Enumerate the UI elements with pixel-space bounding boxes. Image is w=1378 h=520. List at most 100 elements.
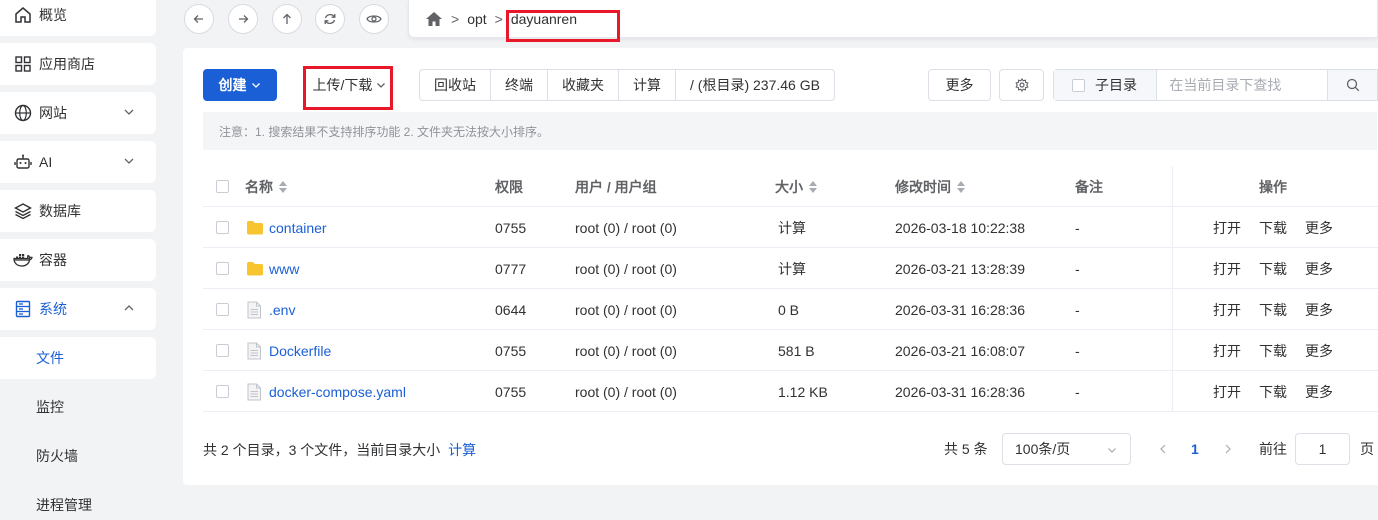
row-more-button[interactable]: 更多 xyxy=(1305,371,1333,412)
up-button[interactable] xyxy=(272,4,302,34)
table-row[interactable]: www 0777 root (0) / root (0) 计算 2026-03-21 1… xyxy=(203,248,1378,289)
perm-cell[interactable]: 0755 xyxy=(495,330,526,371)
more-button[interactable]: 更多 xyxy=(928,69,991,101)
goto-page-input[interactable]: 1 xyxy=(1295,433,1350,465)
page-number-current[interactable]: 1 xyxy=(1191,433,1199,465)
open-button[interactable]: 打开 xyxy=(1213,289,1241,330)
recycle-bin-button[interactable]: 回收站 xyxy=(420,70,491,100)
size-cell[interactable]: 计算 xyxy=(778,248,806,289)
header-size[interactable]: 大小 xyxy=(775,166,817,207)
row-checkbox[interactable] xyxy=(216,262,229,275)
next-page-button[interactable] xyxy=(1223,433,1233,465)
file-name-link[interactable]: container xyxy=(269,220,327,236)
terminal-button[interactable]: 终端 xyxy=(491,70,548,100)
select-all-checkbox-cell[interactable] xyxy=(216,166,229,207)
back-button[interactable] xyxy=(184,4,214,34)
download-button[interactable]: 下载 xyxy=(1259,330,1287,371)
perm-cell[interactable]: 0777 xyxy=(495,248,526,289)
subdir-toggle[interactable]: 子目录 xyxy=(1054,70,1158,100)
sidebar-sub-files[interactable]: 文件 xyxy=(0,337,156,379)
row-checkbox[interactable] xyxy=(216,344,229,357)
sidebar-item-appstore[interactable]: 应用商店 xyxy=(0,43,156,85)
note-cell[interactable]: - xyxy=(1075,248,1080,289)
footer-calc-link[interactable]: 计算 xyxy=(448,442,476,458)
row-more-button[interactable]: 更多 xyxy=(1305,248,1333,289)
select-all-checkbox[interactable] xyxy=(216,180,229,193)
search-input[interactable] xyxy=(1157,70,1328,100)
download-button[interactable]: 下载 xyxy=(1259,248,1287,289)
download-button[interactable]: 下载 xyxy=(1259,289,1287,330)
page-size-select[interactable]: 100条/页 xyxy=(1002,433,1131,465)
download-button[interactable]: 下载 xyxy=(1259,371,1287,412)
open-button[interactable]: 打开 xyxy=(1213,248,1241,289)
table-row[interactable]: docker-compose.yaml 0755 root (0) / root (… xyxy=(203,371,1378,412)
sidebar-item-website[interactable]: 网站 xyxy=(0,92,156,134)
sidebar-sub-monitor[interactable]: 监控 xyxy=(0,386,156,428)
note-cell[interactable]: - xyxy=(1075,330,1080,371)
size-cell[interactable]: 计算 xyxy=(778,207,806,248)
perm-cell[interactable]: 0644 xyxy=(495,289,526,330)
forward-button[interactable] xyxy=(228,4,258,34)
sort-icon[interactable] xyxy=(957,180,965,193)
open-button[interactable]: 打开 xyxy=(1213,330,1241,371)
prev-page-button[interactable] xyxy=(1158,433,1168,465)
table-row[interactable]: Dockerfile 0755 root (0) / root (0) 581 B 20… xyxy=(203,330,1378,371)
row-checkbox-cell[interactable] xyxy=(216,289,229,330)
row-checkbox-cell[interactable] xyxy=(216,248,229,289)
note-cell[interactable]: - xyxy=(1075,289,1080,330)
root-disk-button[interactable]: / (根目录) 237.46 GB xyxy=(676,70,834,100)
sidebar-item-ai[interactable]: AI xyxy=(0,141,156,183)
sidebar-item-database[interactable]: 数据库 xyxy=(0,190,156,232)
row-more-button[interactable]: 更多 xyxy=(1305,330,1333,371)
row-checkbox[interactable] xyxy=(216,221,229,234)
perm-cell[interactable]: 0755 xyxy=(495,207,526,248)
sort-icon[interactable] xyxy=(279,180,287,193)
globe-icon xyxy=(12,102,34,124)
open-button[interactable]: 打开 xyxy=(1213,371,1241,412)
perm-cell[interactable]: 0755 xyxy=(495,371,526,412)
download-button[interactable]: 下载 xyxy=(1259,207,1287,248)
table-row[interactable]: container 0755 root (0) / root (0) 计算 2026-0… xyxy=(203,207,1378,248)
table-row[interactable]: .env 0644 root (0) / root (0) 0 B 2026-03-31… xyxy=(203,289,1378,330)
create-button[interactable]: 创建 xyxy=(203,69,277,101)
user-cell[interactable]: root (0) / root (0) xyxy=(575,371,677,412)
file-name-link[interactable]: Dockerfile xyxy=(269,343,331,359)
sidebar-item-container[interactable]: 容器 xyxy=(0,239,156,281)
row-checkbox-cell[interactable] xyxy=(216,371,229,412)
user-cell[interactable]: root (0) / root (0) xyxy=(575,248,677,289)
file-name-link[interactable]: .env xyxy=(269,302,295,318)
user-cell[interactable]: root (0) / root (0) xyxy=(575,207,677,248)
header-mtime[interactable]: 修改时间 xyxy=(895,166,965,207)
calculate-button[interactable]: 计算 xyxy=(619,70,676,100)
favorites-button[interactable]: 收藏夹 xyxy=(548,70,619,100)
sidebar-item-overview[interactable]: 概览 xyxy=(0,0,156,36)
subdir-checkbox[interactable] xyxy=(1072,78,1085,92)
create-label: 创建 xyxy=(218,77,247,93)
refresh-button[interactable] xyxy=(315,4,345,34)
row-checkbox-cell[interactable] xyxy=(216,330,229,371)
header-name[interactable]: 名称 xyxy=(245,166,287,207)
sidebar-sub-process[interactable]: 进程管理 xyxy=(0,484,156,520)
note-cell[interactable]: - xyxy=(1075,207,1080,248)
file-name-link[interactable]: www xyxy=(269,261,299,277)
open-button[interactable]: 打开 xyxy=(1213,207,1241,248)
sidebar-sub-firewall[interactable]: 防火墙 xyxy=(0,435,156,477)
goto-label: 前往 xyxy=(1259,441,1287,457)
sidebar-item-system[interactable]: 系统 xyxy=(0,288,156,330)
search-button[interactable] xyxy=(1327,70,1377,100)
folder-icon xyxy=(247,262,263,276)
note-cell[interactable]: - xyxy=(1075,371,1080,412)
breadcrumb-item-opt[interactable]: opt xyxy=(467,11,486,27)
toggle-hidden-button[interactable] xyxy=(359,4,389,34)
home-icon[interactable] xyxy=(425,11,443,27)
row-checkbox-cell[interactable] xyxy=(216,207,229,248)
user-cell[interactable]: root (0) / root (0) xyxy=(575,289,677,330)
row-checkbox[interactable] xyxy=(216,385,229,398)
row-more-button[interactable]: 更多 xyxy=(1305,289,1333,330)
row-more-button[interactable]: 更多 xyxy=(1305,207,1333,248)
sort-icon[interactable] xyxy=(809,180,817,193)
row-checkbox[interactable] xyxy=(216,303,229,316)
settings-button[interactable] xyxy=(999,69,1044,101)
user-cell[interactable]: root (0) / root (0) xyxy=(575,330,677,371)
file-name-link[interactable]: docker-compose.yaml xyxy=(269,384,406,400)
